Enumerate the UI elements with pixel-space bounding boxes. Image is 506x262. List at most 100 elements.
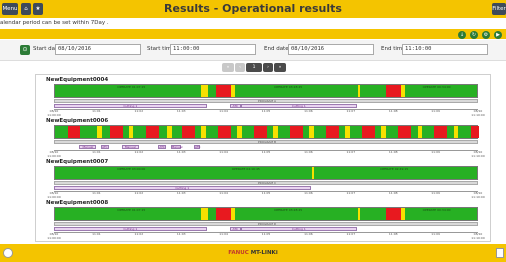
filter-apply-icon[interactable]: ⊙ bbox=[20, 45, 30, 55]
program-bar: PROGRAM B bbox=[54, 140, 478, 144]
status-segment[interactable] bbox=[230, 85, 236, 97]
end-time-input[interactable]: 11:10:00 bbox=[402, 44, 488, 55]
status-segment[interactable] bbox=[216, 208, 231, 220]
program-label: PROGRAM B bbox=[257, 140, 277, 144]
end-date-input[interactable]: 08/10/2016 bbox=[288, 44, 374, 55]
pager-last-button[interactable]: » bbox=[274, 63, 286, 72]
status-segment-label: OPERATE 01:07:15 bbox=[117, 208, 146, 212]
status-segment[interactable] bbox=[434, 126, 448, 138]
header-bar: Results - Operational results Menu ⌂ ★ F… bbox=[0, 0, 506, 18]
status-segment[interactable] bbox=[453, 126, 458, 138]
operation-segment[interactable]: Cutting 1 bbox=[54, 186, 311, 190]
time-tick-label: 11:02 bbox=[134, 191, 144, 195]
status-timeline-bar[interactable]: OPERATE 01:07:15 OPERATE 03:28:45 OPERATE … bbox=[54, 207, 478, 221]
filter-button[interactable]: Filter bbox=[492, 3, 506, 15]
operation-segment[interactable]: ATC bbox=[100, 145, 110, 149]
time-tick-label: 11:04 bbox=[219, 150, 228, 154]
settings-icon[interactable]: ⚙ bbox=[482, 31, 490, 39]
operation-segment[interactable]: ATC bbox=[229, 104, 241, 108]
action-bar: ↓ ↻ ⚙ ▶ bbox=[0, 29, 506, 39]
start-date-input[interactable]: 08/10/2016 bbox=[55, 44, 141, 55]
time-tick-label: 11:09 bbox=[431, 191, 440, 195]
pager-next-button[interactable]: › bbox=[263, 63, 273, 72]
time-tick-label: 08/10 11:10:00 bbox=[471, 191, 485, 199]
status-segment[interactable] bbox=[237, 126, 242, 138]
status-segment[interactable] bbox=[345, 126, 350, 138]
operation-segment[interactable]: Manual bbox=[79, 145, 97, 149]
status-segment[interactable] bbox=[400, 85, 405, 97]
time-tick-label: 11:01 bbox=[92, 109, 101, 113]
time-tick-label: 11:03 bbox=[176, 109, 186, 113]
status-segment-label: OPERATE 00:34:00 bbox=[422, 85, 451, 89]
status-segment[interactable] bbox=[129, 126, 134, 138]
operation-segment[interactable]: ATC bbox=[193, 145, 200, 149]
refresh-icon[interactable]: ↻ bbox=[470, 31, 478, 39]
time-tick-label: 11:03 bbox=[176, 232, 186, 236]
status-segment[interactable] bbox=[97, 126, 102, 138]
status-timeline-bar[interactable] bbox=[54, 125, 479, 139]
status-segment[interactable] bbox=[362, 126, 376, 138]
status-segment[interactable] bbox=[385, 208, 401, 220]
status-segment[interactable] bbox=[201, 126, 206, 138]
status-segment[interactable] bbox=[230, 208, 236, 220]
status-segment[interactable] bbox=[400, 208, 405, 220]
time-tick-label: 11:01 bbox=[92, 150, 101, 154]
status-segment[interactable] bbox=[358, 208, 361, 220]
time-tick-label: 11:06 bbox=[304, 109, 313, 113]
status-segment[interactable] bbox=[381, 126, 386, 138]
status-segment-label: OPERATE 03:00:00 bbox=[117, 167, 146, 171]
operation-segment[interactable]: Manual bbox=[170, 145, 183, 149]
operation-segment[interactable]: Cutting 1 bbox=[240, 227, 358, 231]
menu-button[interactable]: Menu bbox=[2, 3, 18, 15]
status-segment[interactable] bbox=[290, 126, 304, 138]
status-segment[interactable] bbox=[218, 126, 231, 138]
status-timeline-bar[interactable]: OPERATE 03:00:00 OPERATE 04:10:45 OPERATE … bbox=[54, 166, 478, 180]
pager-prev-button[interactable]: ‹ bbox=[235, 63, 245, 72]
operation-segment[interactable]: Cutting 1 bbox=[54, 104, 207, 108]
time-tick-label: 11:03 bbox=[176, 191, 186, 195]
status-segment[interactable] bbox=[201, 85, 208, 97]
status-segment[interactable] bbox=[309, 126, 314, 138]
time-tick-label: 08/10 11:00:00 bbox=[47, 150, 61, 158]
time-tick-label: 11:09 bbox=[431, 109, 440, 113]
time-tick-label: 11:05 bbox=[261, 232, 271, 236]
download-icon[interactable]: ↓ bbox=[458, 31, 466, 39]
operation-segment[interactable]: ATC bbox=[157, 145, 167, 149]
status-segment[interactable] bbox=[182, 126, 195, 138]
status-segment[interactable] bbox=[385, 85, 401, 97]
pager-first-button[interactable]: « bbox=[222, 63, 234, 72]
status-segment[interactable] bbox=[146, 126, 159, 138]
time-tick-label: 11:08 bbox=[388, 150, 398, 154]
status-segment[interactable] bbox=[254, 126, 267, 138]
star-icon[interactable]: ★ bbox=[33, 3, 43, 15]
status-segment[interactable] bbox=[470, 126, 479, 138]
status-segment-label: OPERATE 04:10:45 bbox=[231, 167, 260, 171]
status-segment[interactable] bbox=[273, 126, 278, 138]
time-tick-label: 11:06 bbox=[304, 191, 313, 195]
operation-segment[interactable]: Cutting 1 bbox=[240, 104, 358, 108]
status-segment[interactable] bbox=[417, 126, 422, 138]
status-segment[interactable] bbox=[358, 85, 361, 97]
status-segment[interactable] bbox=[398, 126, 412, 138]
status-timeline-bar[interactable]: OPERATE 01:07:15 OPERATE 03:28:45 OPERATE … bbox=[54, 84, 478, 98]
status-segment[interactable] bbox=[67, 126, 81, 138]
time-tick-label: 11:07 bbox=[346, 232, 356, 236]
start-time-input[interactable]: 11:00:00 bbox=[170, 44, 256, 55]
time-tick-label: 11:02 bbox=[134, 109, 144, 113]
time-tick-label: 11:04 bbox=[219, 109, 228, 113]
pager-current[interactable]: 1 bbox=[246, 63, 262, 72]
operation-segment[interactable]: Cutting 1 bbox=[54, 227, 207, 231]
status-segment[interactable] bbox=[110, 126, 123, 138]
operation-segment[interactable]: Manual bbox=[121, 145, 139, 149]
status-segment[interactable] bbox=[201, 208, 208, 220]
status-segment-label: OPERATE 02:49:15 bbox=[380, 167, 409, 171]
status-segment[interactable] bbox=[311, 167, 314, 179]
status-segment[interactable] bbox=[326, 126, 340, 138]
time-tick-label: 08/10 11:00:00 bbox=[47, 191, 61, 199]
play-icon[interactable]: ▶ bbox=[494, 31, 502, 39]
operation-segment[interactable]: ATC bbox=[229, 227, 241, 231]
status-segment[interactable] bbox=[167, 126, 172, 138]
scroll-handle[interactable] bbox=[496, 248, 504, 258]
status-segment[interactable] bbox=[216, 85, 231, 97]
home-icon[interactable]: ⌂ bbox=[21, 3, 31, 15]
